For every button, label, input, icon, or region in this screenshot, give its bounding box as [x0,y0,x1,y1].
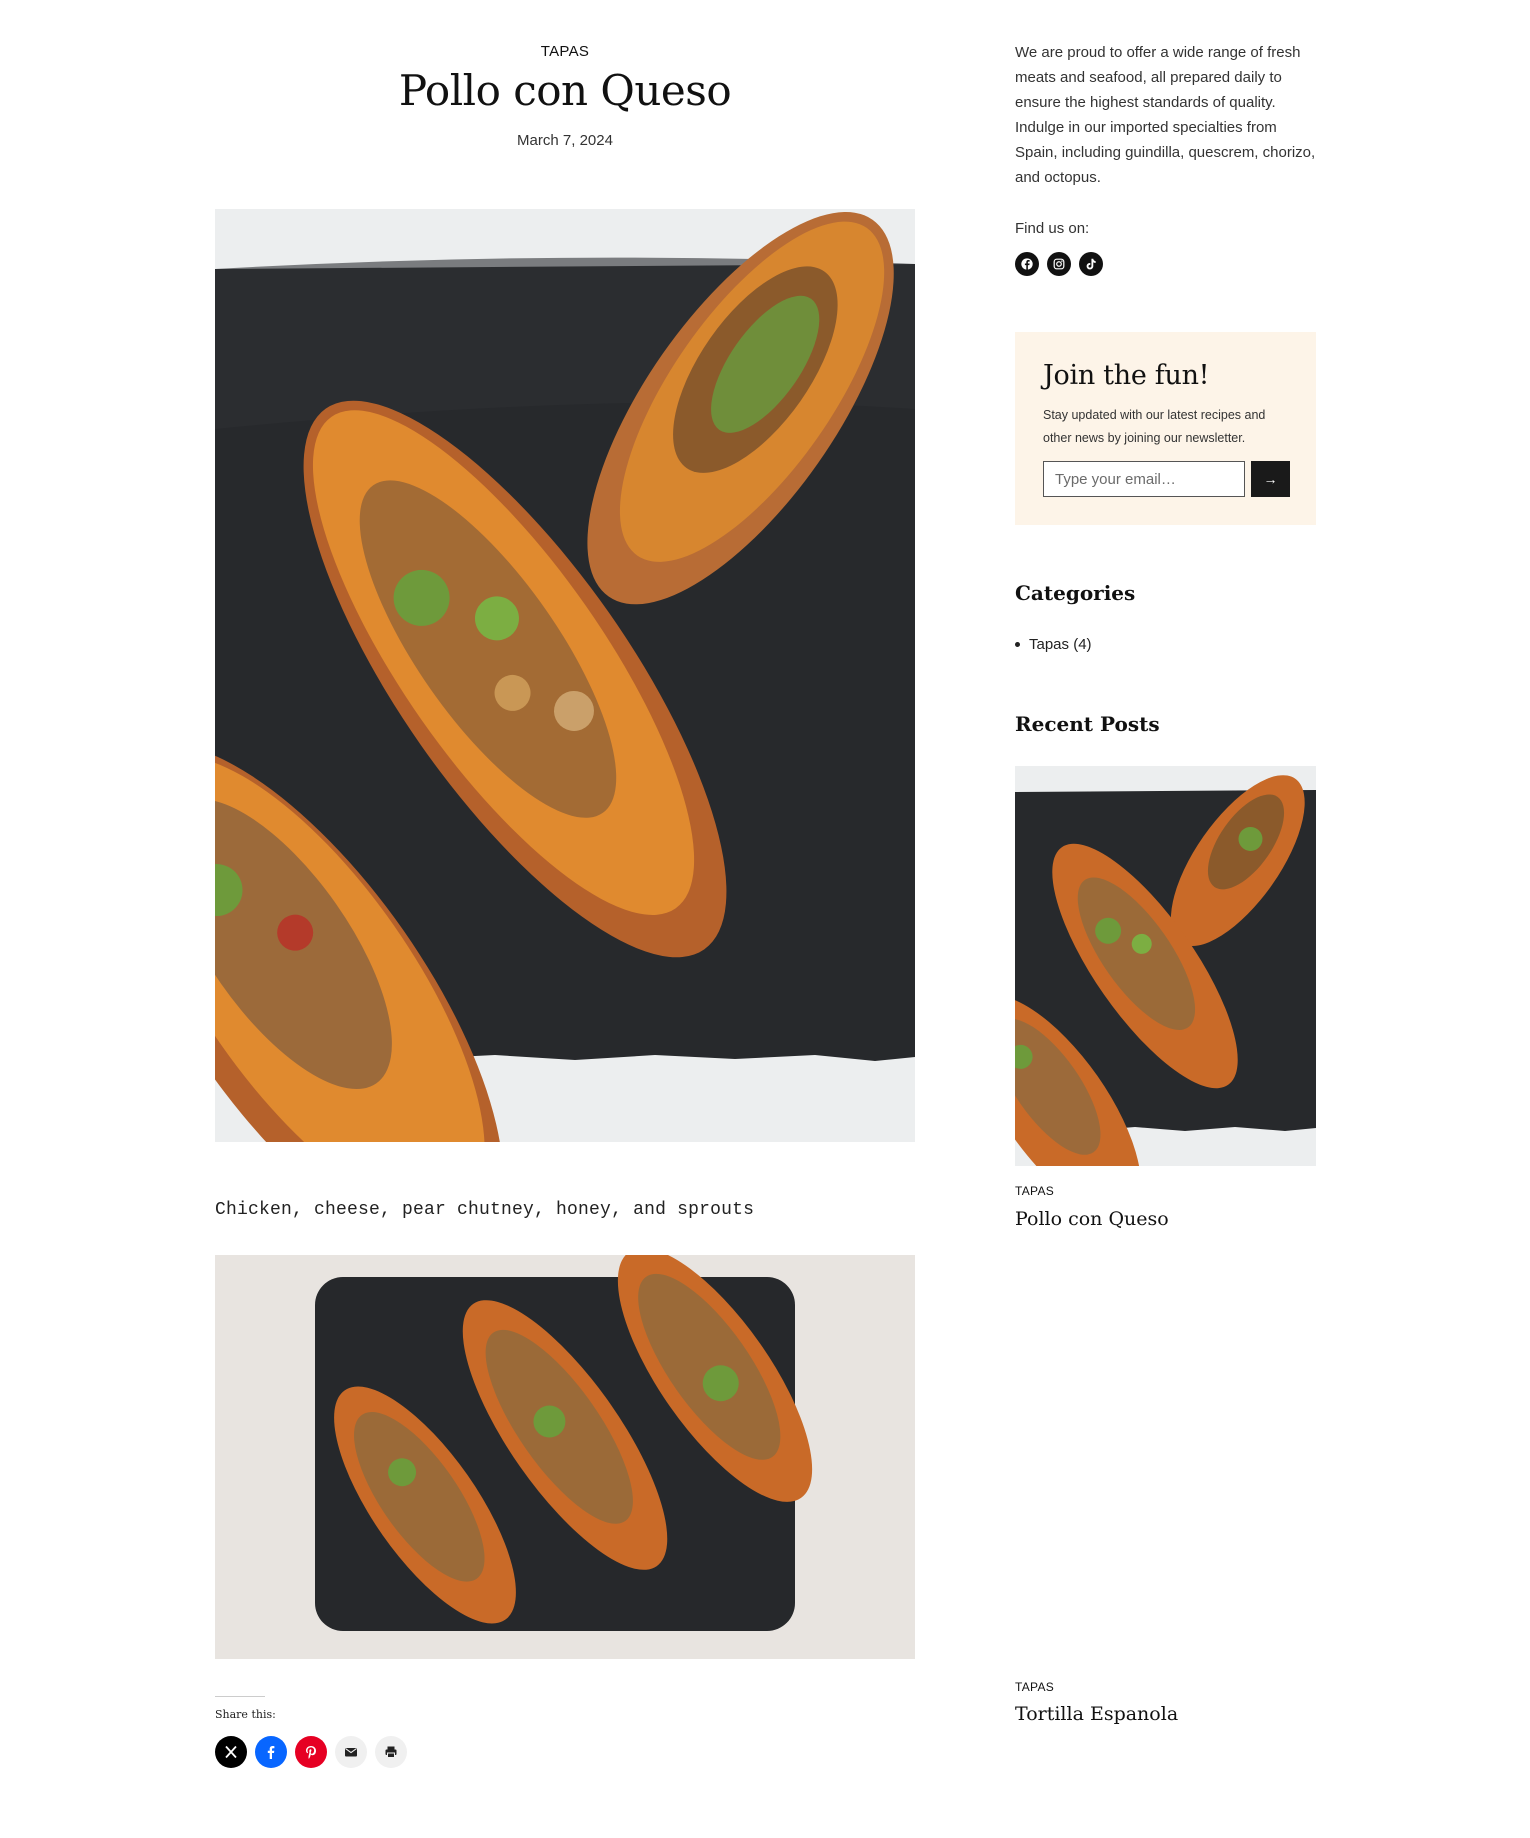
post-title: Pollo con Queso [398,66,732,115]
pinterest-icon [306,1746,316,1759]
tiktok-icon [1086,258,1096,270]
share-facebook-button[interactable] [255,1736,287,1768]
recent-post-thumbnail[interactable] [1015,766,1316,1166]
facebook-icon [1021,258,1033,271]
post-photo-closeup [215,209,915,1142]
category-item-tapas[interactable]: Tapas (4) [1015,636,1092,653]
post-photo-overhead [215,1255,915,1659]
printer-icon [385,1746,397,1758]
newsletter-email-input[interactable] [1043,461,1245,497]
post-category[interactable]: TAPAS [215,43,915,60]
newsletter-title: Join the fun! [1043,360,1210,391]
share-divider [215,1696,265,1697]
share-label: Share this: [215,1708,276,1721]
recent-post-category[interactable]: TAPAS [1015,1184,1054,1198]
envelope-icon [345,1748,357,1757]
newsletter-description: Stay updated with our latest recipes and… [1043,408,1266,445]
recent-post-title[interactable]: Pollo con Queso [1015,1208,1169,1230]
social-tiktok-link[interactable] [1079,252,1103,276]
newsletter-submit-button[interactable]: → [1251,461,1290,497]
share-x-button[interactable] [215,1736,247,1768]
share-print-button[interactable] [375,1736,407,1768]
social-instagram-link[interactable] [1047,252,1071,276]
social-links [1015,252,1103,276]
post-date[interactable]: March 7, 2024 [215,132,915,149]
categories-heading: Categories [1015,581,1136,605]
x-logo-icon [225,1745,237,1759]
social-facebook-link[interactable] [1015,252,1039,276]
facebook-icon [267,1746,275,1759]
share-email-button[interactable] [335,1736,367,1768]
about-text: We are proud to offer a wide range of fr… [1015,44,1316,186]
categories-list: Tapas (4) [1015,636,1092,653]
recent-posts-heading: Recent Posts [1015,712,1160,736]
share-pinterest-button[interactable] [295,1736,327,1768]
newsletter-box: Join the fun! Stay updated with our late… [1015,332,1316,525]
recent-post-category[interactable]: TAPAS [1015,1680,1054,1694]
post-caption: Chicken, cheese, pear chutney, honey, an… [215,1200,755,1220]
find-us-label: Find us on: [1015,220,1090,237]
instagram-icon [1053,258,1065,270]
recent-post-title[interactable]: Tortilla Espanola [1015,1703,1178,1725]
share-buttons [215,1736,407,1768]
